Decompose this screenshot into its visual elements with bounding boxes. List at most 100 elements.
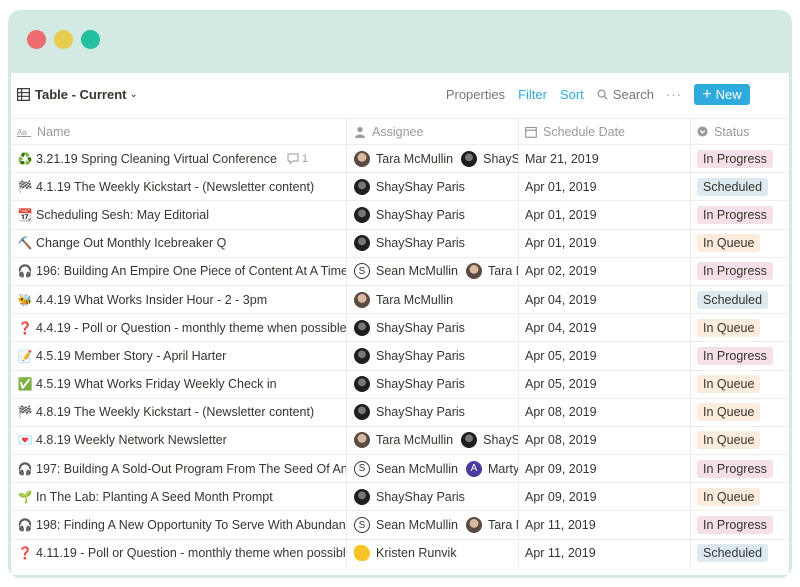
table-row[interactable]: 📝 4.5.19 Member Story - April Harter ShayS… [11,341,789,370]
schedule-date-cell[interactable]: Apr 11, 2019 [519,539,691,567]
status-cell[interactable]: In Progress [691,145,789,172]
name-cell[interactable]: ❓ 4.4.19 - Poll or Question - monthly the… [11,314,347,342]
assignee-cell[interactable]: ShayShay Paris [347,173,519,201]
table-row[interactable]: 💌 4.8.19 Weekly Network Newsletter Tara Mc… [11,425,789,455]
page-title[interactable]: 4.4.19 What Works Insider Hour - 2 - 3pm [36,293,267,307]
column-header-name[interactable]: Aa Name [11,119,347,144]
table-row[interactable]: 🏁 4.8.19 The Weekly Kickstart - (Newslett… [11,397,789,426]
new-button[interactable]: + New [694,84,750,105]
name-cell[interactable]: 💌 4.8.19 Weekly Network Newsletter [11,426,347,455]
column-header-status[interactable]: Status [691,119,789,144]
status-cell[interactable]: In Progress [691,511,789,538]
table-row[interactable]: 🌱 In The Lab: Planting A Seed Month Promp… [11,482,789,511]
assignee-cell[interactable]: S Sean McMullin Tara McMullin [347,511,519,539]
schedule-date-cell[interactable]: Apr 01, 2019 [519,201,691,229]
page-title[interactable]: Change Out Monthly Icebreaker Q [36,236,226,250]
assignee-cell[interactable]: ShayShay Paris [347,398,519,426]
name-cell[interactable]: ⛏️ Change Out Monthly Icebreaker Q [11,229,347,257]
page-title[interactable]: 4.11.19 - Poll or Question - monthly the… [36,546,346,560]
comment-count[interactable]: 1 [287,153,308,165]
page-title[interactable]: 197: Building A Sold-Out Program From Th… [36,462,346,476]
assignee-cell[interactable]: ShayShay Paris [347,342,519,370]
name-cell[interactable]: 📝 4.5.19 Member Story - April Harter [11,342,347,370]
page-title[interactable]: 4.5.19 What Works Friday Weekly Check in [36,377,277,391]
search-button[interactable]: Search [597,87,654,102]
status-cell[interactable]: In Progress [691,201,789,228]
page-title[interactable]: 4.5.19 Member Story - April Harter [36,349,226,363]
assignee-cell[interactable]: ShayShay Paris [347,370,519,398]
status-cell[interactable]: In Queue [691,314,789,341]
name-cell[interactable]: 🏁 4.1.19 The Weekly Kickstart - (Newslett… [11,173,347,201]
view-switcher[interactable]: Table - Current ⌄ [17,87,138,102]
page-title[interactable]: 3.21.19 Spring Cleaning Virtual Conferen… [36,152,277,166]
schedule-date-cell[interactable]: Apr 01, 2019 [519,229,691,257]
name-cell[interactable]: ✅ 4.5.19 What Works Friday Weekly Check i… [11,370,347,398]
assignee-cell[interactable]: ShayShay Paris [347,314,519,342]
schedule-date-cell[interactable]: Apr 08, 2019 [519,398,691,426]
schedule-date-cell[interactable]: Apr 11, 2019 [519,511,691,539]
table-row[interactable]: 🏁 4.1.19 The Weekly Kickstart - (Newslett… [11,172,789,201]
assignee-cell[interactable]: S Sean McMullin A Marty [347,455,519,483]
status-cell[interactable]: In Queue [691,230,789,257]
sort-button[interactable]: Sort [560,87,584,102]
minimize-window-dot[interactable] [54,30,73,49]
status-cell[interactable]: Scheduled [691,173,789,200]
page-title[interactable]: In The Lab: Planting A Seed Month Prompt [36,490,273,504]
schedule-date-cell[interactable]: Apr 04, 2019 [519,314,691,342]
table-row[interactable]: ⛏️ Change Out Monthly Icebreaker Q ShaySha… [11,228,789,257]
more-options-icon[interactable]: ··· [666,87,682,102]
schedule-date-cell[interactable]: Apr 05, 2019 [519,370,691,398]
schedule-date-cell[interactable]: Apr 05, 2019 [519,342,691,370]
table-row[interactable]: 📆 Scheduling Sesh: May Editorial ShayShay … [11,200,789,229]
schedule-date-cell[interactable]: Apr 08, 2019 [519,426,691,455]
assignee-cell[interactable]: S Sean McMullin Tara McMullin [347,257,519,285]
schedule-date-cell[interactable]: Apr 09, 2019 [519,483,691,511]
status-cell[interactable]: Scheduled [691,286,789,313]
schedule-date-cell[interactable]: Mar 21, 2019 [519,145,691,173]
filter-button[interactable]: Filter [518,87,547,102]
table-row[interactable]: ❓ 4.4.19 - Poll or Question - monthly the… [11,313,789,342]
name-cell[interactable]: 🎧 198: Finding A New Opportunity To Serve… [11,511,347,539]
assignee-cell[interactable]: Tara McMullin [347,285,519,314]
properties-button[interactable]: Properties [446,87,505,102]
table-row[interactable]: ♻️ 3.21.19 Spring Cleaning Virtual Confer… [11,144,789,173]
page-title[interactable]: 4.8.19 Weekly Network Newsletter [36,433,227,447]
status-cell[interactable]: Scheduled [691,540,789,567]
zoom-window-dot[interactable] [81,30,100,49]
status-cell[interactable]: In Progress [691,342,789,369]
table-row[interactable]: 🎧 196: Building An Empire One Piece of Co… [11,256,789,285]
status-cell[interactable]: In Queue [691,371,789,398]
name-cell[interactable]: 🎧 197: Building A Sold-Out Program From T… [11,455,347,483]
page-title[interactable]: 4.4.19 - Poll or Question - monthly them… [36,321,346,335]
page-title[interactable]: 198: Finding A New Opportunity To Serve … [36,518,346,532]
assignee-cell[interactable]: ShayShay Paris [347,229,519,257]
name-cell[interactable]: 🎧 196: Building An Empire One Piece of Co… [11,257,347,285]
status-cell[interactable]: In Queue [691,399,789,426]
schedule-date-cell[interactable]: Apr 02, 2019 [519,257,691,285]
assignee-cell[interactable]: Tara McMullin ShayShay Paris [347,426,519,455]
page-title[interactable]: 196: Building An Empire One Piece of Con… [36,264,346,278]
status-cell[interactable]: In Queue [691,427,789,454]
status-cell[interactable]: In Progress [691,455,789,482]
schedule-date-cell[interactable]: Apr 09, 2019 [519,455,691,483]
table-row[interactable]: ✅ 4.5.19 What Works Friday Weekly Check i… [11,369,789,398]
table-row[interactable]: ❓ 4.11.19 - Poll or Question - monthly th… [11,538,789,567]
assignee-cell[interactable]: Kristen Runvik [347,539,519,567]
status-cell[interactable]: In Progress [691,258,789,285]
assignee-cell[interactable]: ShayShay Paris [347,483,519,511]
column-header-assignee[interactable]: Assignee [347,119,519,144]
close-window-dot[interactable] [27,30,46,49]
table-row[interactable]: 🐝 4.4.19 What Works Insider Hour - 2 - 3p… [11,284,789,314]
name-cell[interactable]: 🐝 4.4.19 What Works Insider Hour - 2 - 3p… [11,285,347,314]
page-title[interactable]: 4.8.19 The Weekly Kickstart - (Newslette… [36,405,314,419]
schedule-date-cell[interactable]: Apr 01, 2019 [519,173,691,201]
schedule-date-cell[interactable]: Apr 04, 2019 [519,285,691,314]
name-cell[interactable]: ❓ 4.11.19 - Poll or Question - monthly th… [11,539,347,567]
name-cell[interactable]: 🌱 In The Lab: Planting A Seed Month Promp… [11,483,347,511]
assignee-cell[interactable]: ShayShay Paris [347,201,519,229]
page-title[interactable]: 4.1.19 The Weekly Kickstart - (Newslette… [36,180,314,194]
table-row[interactable]: 🎧 198: Finding A New Opportunity To Serve… [11,510,789,539]
name-cell[interactable]: ♻️ 3.21.19 Spring Cleaning Virtual Confer… [11,145,347,173]
column-header-schedule-date[interactable]: Schedule Date [519,119,691,144]
page-title[interactable]: Scheduling Sesh: May Editorial [36,208,209,222]
